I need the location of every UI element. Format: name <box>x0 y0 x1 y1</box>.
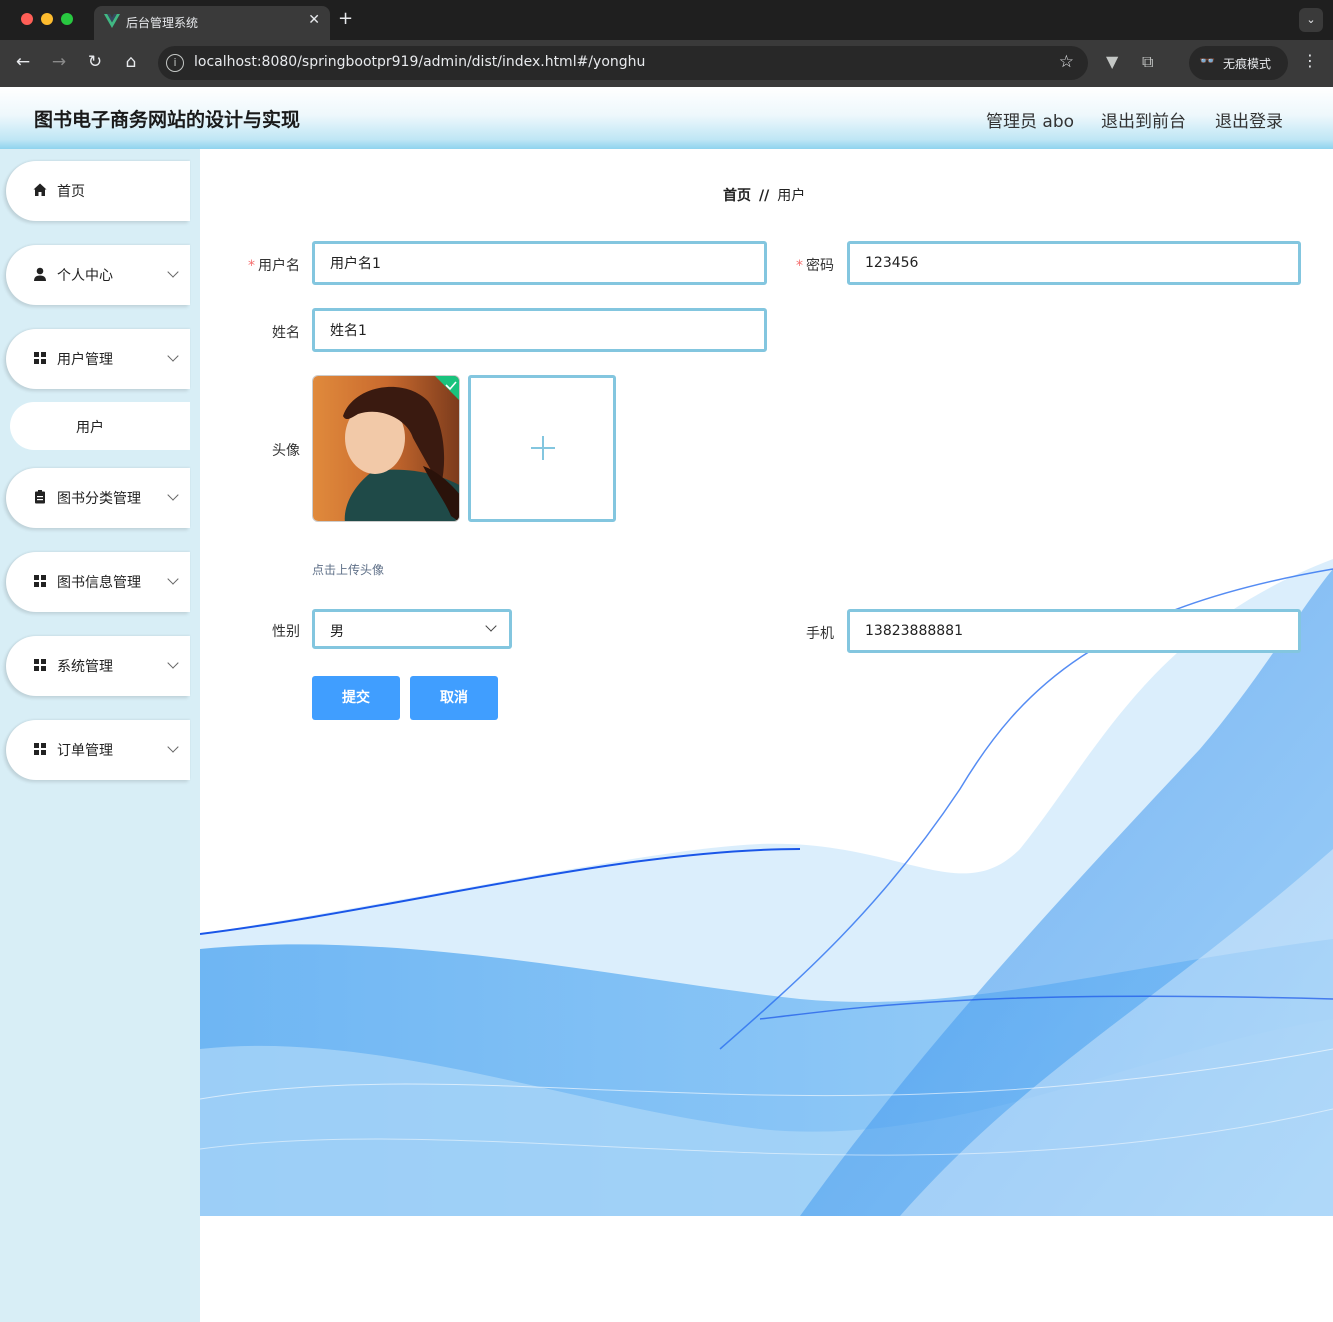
browser-menu-icon[interactable]: ⋮ <box>1302 51 1318 70</box>
user-icon <box>34 267 46 281</box>
chevron-down-icon <box>167 489 179 501</box>
sidebar-item-label: 图书信息管理 <box>57 575 141 591</box>
plus-icon <box>531 436 555 460</box>
minimize-window-button[interactable] <box>41 13 53 25</box>
avatar-image[interactable] <box>312 375 460 522</box>
sidebar-item-label: 个人中心 <box>57 268 113 284</box>
grid-icon <box>34 575 46 587</box>
extensions-icon[interactable]: ⧉ <box>1142 52 1153 72</box>
sidebar-item-label: 首页 <box>57 184 85 200</box>
app-title: 图书电子商务网站的设计与实现 <box>34 109 301 131</box>
phone-label: 手机 <box>806 626 834 642</box>
required-marker: * <box>796 258 803 274</box>
site-info-icon[interactable]: i <box>166 54 184 72</box>
tab-bar: 后台管理系统 ✕ + ⌄ <box>0 0 1333 40</box>
sidebar-item-system-management[interactable]: 系统管理 <box>6 636 190 696</box>
close-window-button[interactable] <box>21 13 33 25</box>
name-input[interactable] <box>312 308 767 352</box>
submit-button[interactable]: 提交 <box>312 676 400 720</box>
app-header: 图书电子商务网站的设计与实现 管理员 abo 退出到前台 退出登录 <box>0 87 1333 149</box>
sidebar-item-home[interactable]: 首页 <box>6 161 190 221</box>
grid-icon <box>34 743 46 755</box>
breadcrumb: 首页 // 用户 <box>723 185 805 205</box>
address-bar[interactable]: i localhost:8080/springbootpr919/admin/d… <box>158 46 1088 80</box>
sidebar-subitem-label: 用户 <box>76 420 104 436</box>
cancel-button[interactable]: 取消 <box>410 676 498 720</box>
browser-toolbar: ← → ↻ ⌂ i localhost:8080/springbootpr919… <box>0 40 1333 87</box>
back-arrow-icon[interactable]: ← <box>12 52 34 72</box>
admin-user-label: 管理员 abo <box>986 112 1075 132</box>
gender-label: 性别 <box>272 624 300 640</box>
sidebar-item-label: 用户管理 <box>57 352 113 368</box>
chevron-down-icon <box>485 620 497 632</box>
chevron-down-icon <box>167 266 179 278</box>
incognito-label: 无痕模式 <box>1223 57 1272 71</box>
chevron-down-icon <box>167 350 179 362</box>
chevron-down-icon <box>167 657 179 669</box>
sidebar-item-user-management[interactable]: 用户管理 <box>6 329 190 389</box>
vue-logo-icon <box>104 14 120 28</box>
avatar-label: 头像 <box>272 443 300 459</box>
breadcrumb-current: 用户 <box>777 188 806 204</box>
new-tab-button[interactable]: + <box>338 8 353 29</box>
sidebar-item-label: 图书分类管理 <box>57 491 141 507</box>
browser-chrome: 后台管理系统 ✕ + ⌄ ← → ↻ ⌂ i localhost:8080/sp… <box>0 0 1333 87</box>
incognito-indicator[interactable]: 👓 无痕模式 <box>1189 46 1288 80</box>
logout-link[interactable]: 退出登录 <box>1215 107 1283 132</box>
home-icon[interactable]: ⌂ <box>120 52 142 72</box>
sidebar-item-order-management[interactable]: 订单管理 <box>6 720 190 780</box>
chevron-down-icon <box>167 573 179 585</box>
avatar-photo <box>313 376 459 521</box>
maximize-window-button[interactable] <box>61 13 73 25</box>
password-input[interactable] <box>847 241 1301 285</box>
browser-tab[interactable]: 后台管理系统 ✕ <box>94 6 330 40</box>
username-label: * 用户名 <box>220 255 300 275</box>
sidebar-item-book-category-management[interactable]: 图书分类管理 <box>6 468 190 528</box>
grid-icon <box>34 352 46 364</box>
page-bottom-area <box>200 1216 1333 1322</box>
username-label-text: 用户名 <box>258 258 300 274</box>
name-label: 姓名 <box>272 325 300 341</box>
reload-icon[interactable]: ↻ <box>84 52 106 72</box>
main-content: 首页//用户 *用户名 *密码 姓名 头像 <box>200 149 1333 1216</box>
required-marker: * <box>248 258 255 274</box>
vue-devtools-icon[interactable]: ▼ <box>1106 52 1118 71</box>
tab-close-icon[interactable]: ✕ <box>308 12 320 28</box>
exit-to-front-link[interactable]: 退出到前台 <box>1101 107 1186 132</box>
password-label-text: 密码 <box>806 258 834 274</box>
forward-arrow-icon[interactable]: → <box>48 52 70 72</box>
incognito-icon: 👓 <box>1199 54 1216 69</box>
phone-input[interactable] <box>847 609 1301 653</box>
gender-select[interactable]: 男 <box>312 609 512 649</box>
url-text[interactable]: localhost:8080/springbootpr919/admin/dis… <box>194 54 645 70</box>
chevron-down-icon <box>167 741 179 753</box>
bookmark-star-icon[interactable]: ☆ <box>1059 52 1074 72</box>
home-icon <box>33 183 47 196</box>
sidebar-item-label: 系统管理 <box>57 659 113 675</box>
sidebar-item-personal-center[interactable]: 个人中心 <box>6 245 190 305</box>
clipboard-icon <box>35 490 45 504</box>
breadcrumb-home[interactable]: 首页 <box>723 188 751 204</box>
avatar-upload-button[interactable] <box>468 375 616 522</box>
sidebar-subitem-user[interactable]: 用户 <box>10 402 190 450</box>
breadcrumb-separator: // <box>759 188 770 204</box>
gender-select-value: 男 <box>330 624 344 640</box>
tab-search-chevron-icon[interactable]: ⌄ <box>1299 8 1323 32</box>
avatar-upload-hint: 点击上传头像 <box>312 563 385 577</box>
sidebar-item-book-info-management[interactable]: 图书信息管理 <box>6 552 190 612</box>
tab-title: 后台管理系统 <box>126 16 199 30</box>
grid-icon <box>34 659 46 671</box>
username-input[interactable] <box>312 241 767 285</box>
password-label: * 密码 <box>754 255 834 275</box>
sidebar-item-label: 订单管理 <box>57 743 113 759</box>
sidebar: 首页 个人中心 用户管理 用户 图书分类管理 图书信息管理 系统管理 订单管理 <box>0 149 200 1322</box>
